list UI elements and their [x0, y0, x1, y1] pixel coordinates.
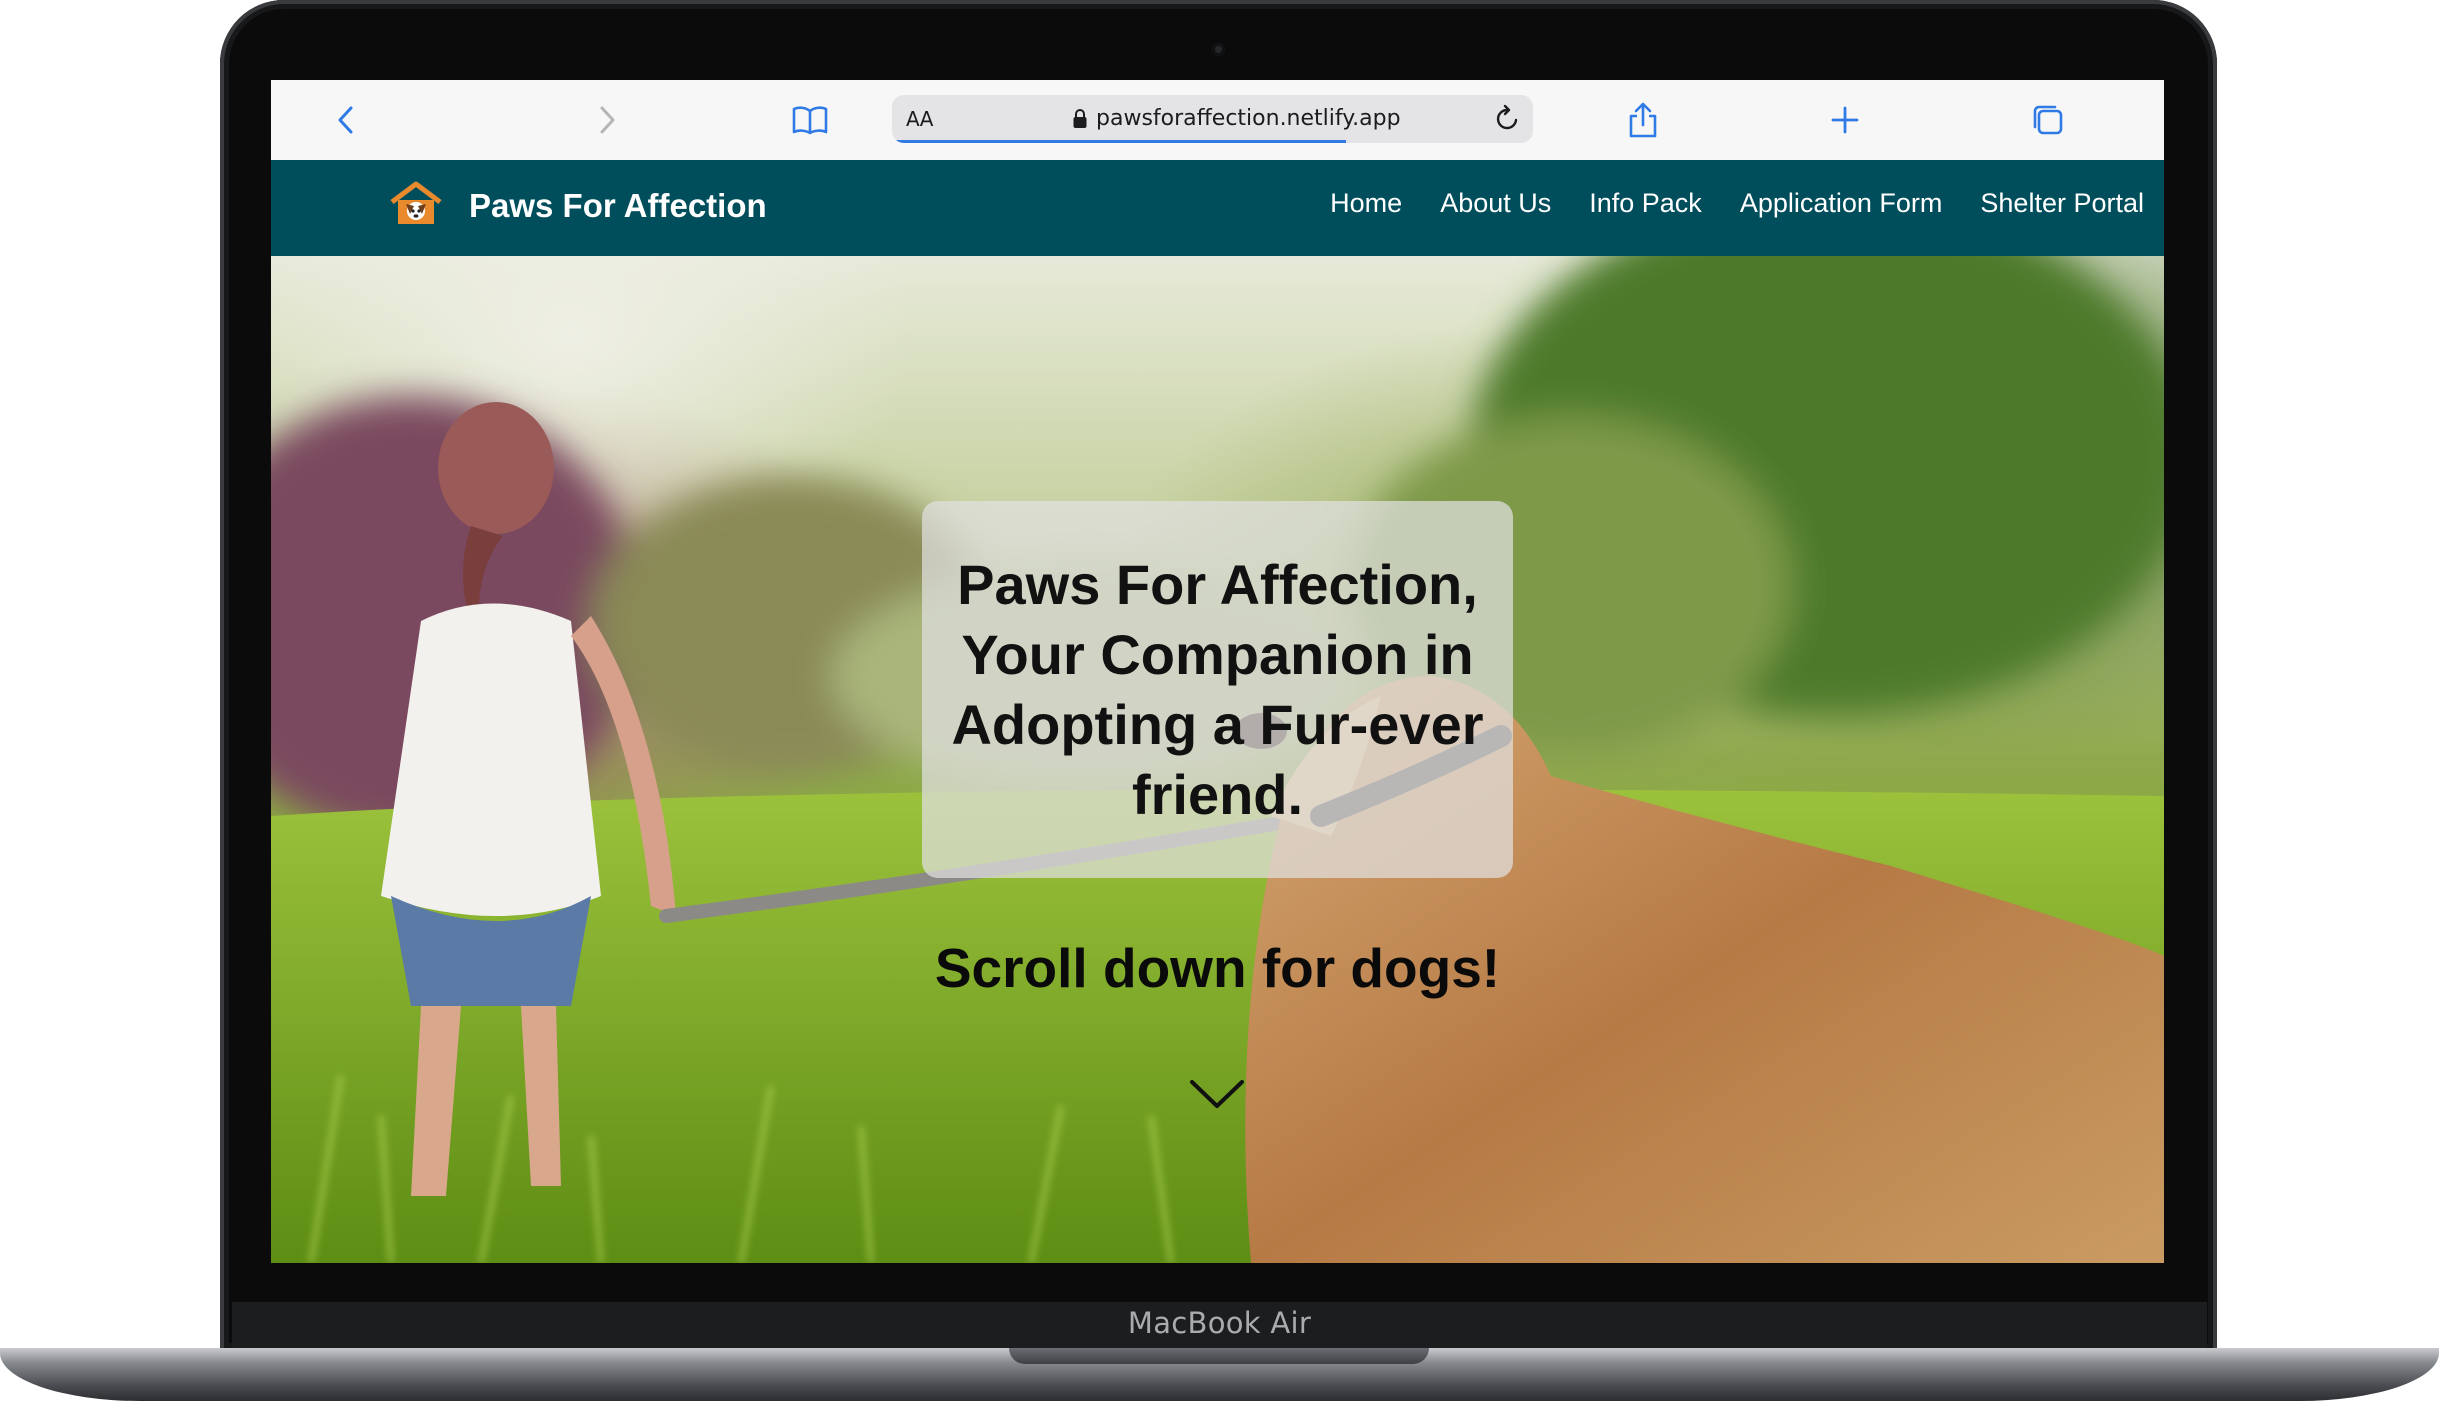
model-label: MacBook Air — [1127, 1306, 1312, 1340]
screen: AA pawsforaffection.netlify.app Paws For… — [271, 80, 2164, 1263]
chevron-right-icon[interactable] — [585, 98, 629, 142]
nav-link-shelter-portal[interactable]: Shelter Portal — [1980, 188, 2144, 219]
nav-link-home[interactable]: Home — [1330, 188, 1402, 219]
nav-link-application-form[interactable]: Application Form — [1740, 188, 1943, 219]
address-bar[interactable]: AA pawsforaffection.netlify.app — [892, 95, 1533, 143]
hero-subtitle: Scroll down for dogs! — [934, 937, 1501, 999]
nav-links: Home About Us Info Pack Application Form… — [1330, 160, 2144, 246]
tabs-icon[interactable] — [2025, 98, 2069, 142]
plus-icon[interactable] — [1823, 98, 1867, 142]
share-icon[interactable] — [1621, 98, 1665, 142]
site-navbar: Paws For Affection Home About Us Info Pa… — [271, 160, 2164, 256]
hero-card: Paws For Affection, Your Companion in Ad… — [922, 501, 1513, 878]
reader-options-button[interactable]: AA — [906, 95, 933, 143]
page-load-progress — [892, 140, 1346, 143]
hero-section: Paws For Affection, Your Companion in Ad… — [271, 256, 2164, 1263]
brand-name[interactable]: Paws For Affection — [469, 160, 767, 252]
device-mockup: MacBook Air AA pawsforaffection.netlify.… — [0, 0, 2439, 1401]
book-icon[interactable] — [788, 98, 832, 142]
laptop-base-notch — [1009, 1348, 1429, 1364]
browser-toolbar: AA pawsforaffection.netlify.app — [271, 80, 2164, 161]
reload-icon[interactable] — [1491, 103, 1523, 135]
nav-link-about-us[interactable]: About Us — [1440, 188, 1551, 219]
url-text: pawsforaffection.netlify.app — [1096, 106, 1401, 131]
chevron-down-icon[interactable] — [1188, 1076, 1246, 1112]
chevron-left-icon[interactable] — [324, 98, 368, 142]
lock-icon — [1073, 109, 1087, 128]
camera-icon — [1212, 43, 1225, 56]
hero-title: Paws For Affection, Your Companion in Ad… — [951, 552, 1484, 826]
nav-link-info-pack[interactable]: Info Pack — [1589, 188, 1702, 219]
house-dog-logo-icon[interactable] — [388, 180, 444, 226]
